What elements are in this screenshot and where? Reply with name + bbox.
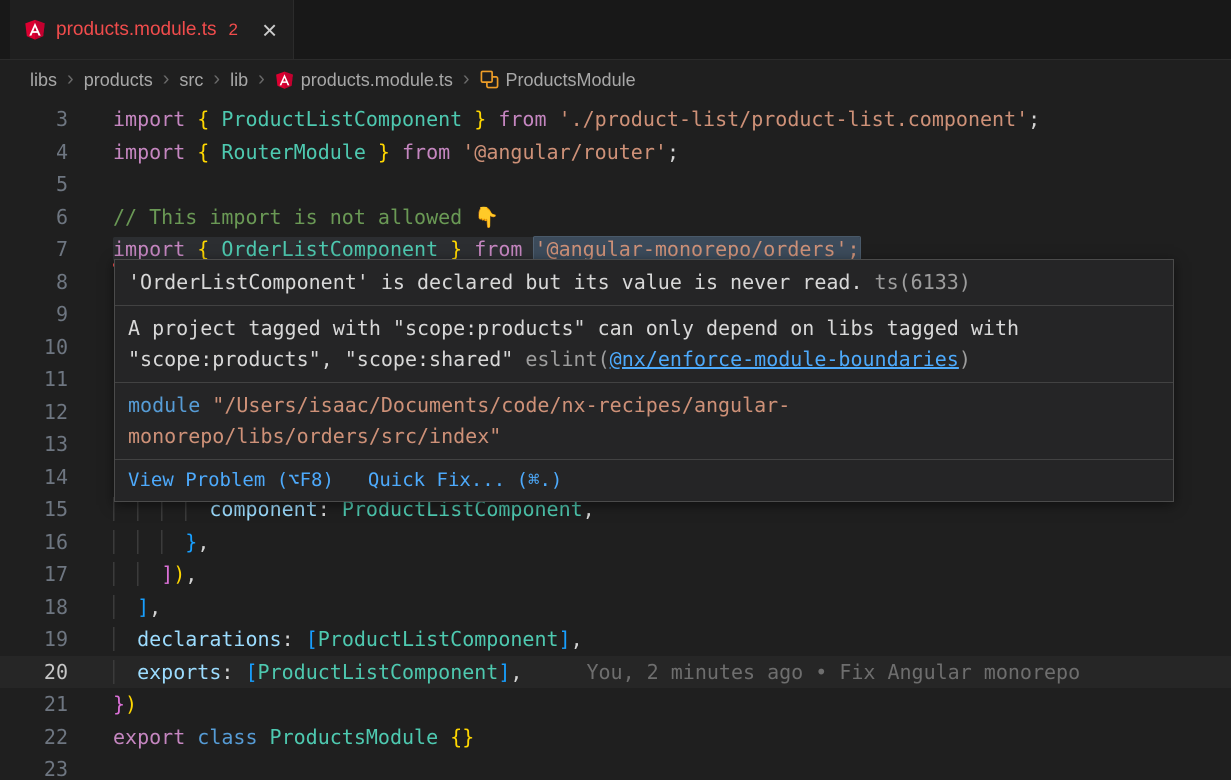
module-path: "/Users/isaac/Documents/code/nx-recipes/…	[128, 393, 790, 448]
code-line[interactable]: 3 import { ProductListComponent } from '.…	[0, 103, 1231, 136]
tab-title: products.module.ts	[56, 19, 217, 41]
code-text: // This import is not allowed 👇	[113, 201, 499, 234]
code-text: ],	[113, 591, 161, 624]
tab-products-module[interactable]: products.module.ts 2 ×	[10, 0, 294, 59]
line-number[interactable]: 17	[0, 558, 68, 591]
breadcrumb: libs › products › src › lib › products.m…	[0, 60, 1231, 101]
breadcrumb-item-products-module-symbol[interactable]: ProductsModule	[480, 70, 636, 91]
line-number[interactable]: 19	[0, 623, 68, 656]
breadcrumb-separator: ›	[463, 68, 470, 91]
line-number[interactable]: 21	[0, 688, 68, 721]
code-text: import { ProductListComponent } from './…	[113, 103, 1040, 136]
module-info: module "/Users/isaac/Documents/code/nx-r…	[115, 383, 1173, 460]
code-text: exports: [ProductListComponent],You, 2 m…	[113, 656, 1080, 689]
line-number[interactable]: 9	[0, 298, 68, 331]
code-line[interactable]: 18 ],	[0, 591, 1231, 624]
line-number[interactable]: 18	[0, 591, 68, 624]
code-line[interactable]: 16 },	[0, 526, 1231, 559]
line-number[interactable]: 8	[0, 266, 68, 299]
code-line[interactable]: 4 import { RouterModule } from '@angular/…	[0, 136, 1231, 169]
quick-fix-action[interactable]: Quick Fix... (⌘.)	[368, 467, 562, 494]
editor[interactable]: 3 import { ProductListComponent } from '.…	[0, 101, 1231, 780]
code-line[interactable]: 20 exports: [ProductListComponent],You, …	[0, 656, 1231, 689]
breadcrumb-item-products[interactable]: products	[84, 70, 153, 91]
error-squiggle: import { OrderListComponent } from '@ang…	[113, 237, 860, 261]
diagnostic-eslint: A project tagged with "scope:products" c…	[115, 306, 1173, 383]
hover-actions: View Problem (⌥F8) Quick Fix... (⌘.)	[115, 460, 1173, 501]
code-line[interactable]: 23	[0, 753, 1231, 780]
code-line[interactable]: 5	[0, 168, 1231, 201]
line-number[interactable]: 11	[0, 363, 68, 396]
module-keyword: module	[128, 393, 212, 417]
eslint-rule-link[interactable]: @nx/enforce-module-boundaries	[610, 347, 959, 371]
diagnostic-eslint-source-suffix: )	[959, 347, 971, 371]
view-problem-action[interactable]: View Problem (⌥F8)	[128, 467, 334, 494]
code-text: },	[113, 526, 209, 559]
line-number[interactable]: 12	[0, 396, 68, 429]
breadcrumb-item-src[interactable]: src	[179, 70, 203, 91]
line-number[interactable]: 20	[0, 656, 68, 689]
code-text: declarations: [ProductListComponent],	[113, 623, 583, 656]
line-number[interactable]: 6	[0, 201, 68, 234]
code-line[interactable]: 17 ]),	[0, 558, 1231, 591]
line-number[interactable]: 15	[0, 493, 68, 526]
code-text: })	[113, 688, 137, 721]
code-text: export class ProductsModule {}	[113, 721, 474, 754]
breadcrumb-separator: ›	[163, 68, 170, 91]
hover-popup: 'OrderListComponent' is declared but its…	[114, 259, 1174, 502]
line-number[interactable]: 4	[0, 136, 68, 169]
angular-icon	[24, 18, 46, 41]
line-number[interactable]: 7	[0, 233, 68, 266]
line-number[interactable]: 13	[0, 428, 68, 461]
line-number[interactable]: 3	[0, 103, 68, 136]
tab-bar: products.module.ts 2 ×	[0, 0, 1231, 60]
code-text: ]),	[113, 558, 197, 591]
breadcrumb-separator: ›	[67, 68, 74, 91]
breadcrumb-separator: ›	[213, 68, 220, 91]
line-number[interactable]: 16	[0, 526, 68, 559]
line-number[interactable]: 23	[0, 753, 68, 780]
breadcrumb-item-lib[interactable]: lib	[230, 70, 248, 91]
diagnostic-ts-message: 'OrderListComponent' is declared but its…	[128, 270, 863, 294]
diagnostic-eslint-source-prefix: eslint(	[525, 347, 609, 371]
diagnostic-ts: 'OrderListComponent' is declared but its…	[115, 260, 1173, 306]
diagnostic-ts-source: ts(6133)	[863, 270, 971, 294]
line-number[interactable]: 5	[0, 168, 68, 201]
code-line[interactable]: 22 export class ProductsModule {}	[0, 721, 1231, 754]
git-blame-annotation: You, 2 minutes ago • Fix Angular monorep…	[586, 660, 1080, 684]
code-text: import { RouterModule } from '@angular/r…	[113, 136, 679, 169]
line-number[interactable]: 10	[0, 331, 68, 364]
breadcrumb-separator: ›	[258, 68, 265, 91]
tab-error-count: 2	[229, 20, 238, 40]
code-line[interactable]: 21})	[0, 688, 1231, 721]
line-number[interactable]: 14	[0, 461, 68, 494]
breadcrumb-item-libs[interactable]: libs	[30, 70, 57, 91]
code-line[interactable]: 19 declarations: [ProductListComponent],	[0, 623, 1231, 656]
code-line[interactable]: 6 // This import is not allowed 👇	[0, 201, 1231, 234]
close-icon[interactable]: ×	[262, 17, 277, 43]
line-number[interactable]: 22	[0, 721, 68, 754]
class-symbol-icon	[480, 70, 499, 91]
angular-icon	[275, 70, 294, 92]
breadcrumb-item-file[interactable]: products.module.ts	[275, 70, 453, 92]
